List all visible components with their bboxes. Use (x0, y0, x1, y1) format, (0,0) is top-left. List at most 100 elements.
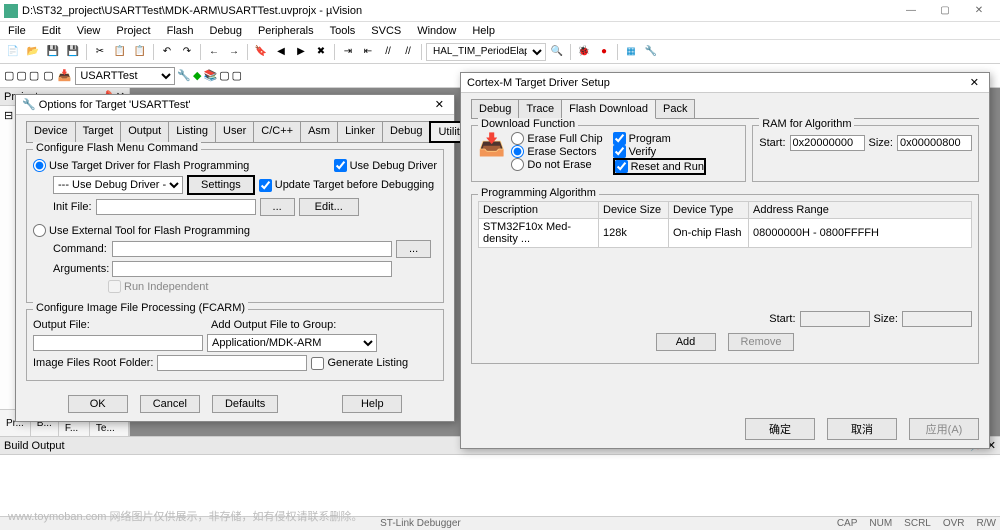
breakpoint-icon[interactable]: ● (595, 43, 613, 61)
build-output-text[interactable] (0, 455, 1000, 505)
find-symbol-combo[interactable]: HAL_TIM_PeriodElapsedCall (426, 43, 546, 61)
maximize-button[interactable]: ▢ (928, 0, 962, 22)
close-icon[interactable]: ✕ (431, 98, 448, 111)
tab-target[interactable]: Target (75, 121, 122, 142)
target-options-icon[interactable]: 🔧 (177, 69, 191, 82)
minimize-button[interactable]: — (894, 0, 928, 22)
menu-edit[interactable]: Edit (38, 25, 65, 37)
options-dialog-title[interactable]: 🔧 Options for Target 'USARTTest' ✕ (16, 95, 454, 115)
bookmark-clear-icon[interactable]: ✖ (312, 43, 330, 61)
use-external-radio[interactable]: Use External Tool for Flash Programming (33, 224, 250, 237)
cancel-button[interactable]: 取消 (827, 418, 897, 440)
col-device-size[interactable]: Device Size (599, 202, 669, 219)
menu-help[interactable]: Help (468, 25, 499, 37)
init-file-input[interactable] (96, 199, 256, 215)
tab-user[interactable]: User (215, 121, 254, 142)
books-icon[interactable]: 📚 (204, 69, 218, 82)
defaults-button[interactable]: Defaults (212, 395, 278, 413)
bookmark-prev-icon[interactable]: ◀ (272, 43, 290, 61)
command-input[interactable] (112, 241, 392, 257)
erase-sectors-radio[interactable]: Erase Sectors (511, 145, 602, 158)
help-button[interactable]: Help (342, 395, 402, 413)
arguments-input[interactable] (112, 261, 392, 277)
close-button[interactable]: ✕ (962, 0, 996, 22)
menu-peripherals[interactable]: Peripherals (254, 25, 318, 37)
ok-button[interactable]: 确定 (745, 418, 815, 440)
ok-button[interactable]: OK (68, 395, 128, 413)
manage-rte-icon[interactable]: ◆ (193, 69, 201, 82)
target-combo[interactable]: USARTTest (75, 67, 175, 85)
driver-dialog-title[interactable]: Cortex-M Target Driver Setup ✕ (461, 73, 989, 93)
tab-cpp[interactable]: C/C++ (253, 121, 301, 142)
outdent-icon[interactable]: ⇤ (359, 43, 377, 61)
cancel-button[interactable]: Cancel (140, 395, 200, 413)
group-combo[interactable]: Application/MDK-ARM (207, 334, 377, 352)
manage-icon[interactable]: ▢ (232, 69, 242, 82)
ram-size-input[interactable] (897, 135, 972, 151)
menu-project[interactable]: Project (112, 25, 154, 37)
pack-icon[interactable]: ▢ (219, 69, 229, 82)
menu-view[interactable]: View (73, 25, 105, 37)
window-icon[interactable]: ▦ (622, 43, 640, 61)
new-file-icon[interactable]: 📄 (4, 43, 22, 61)
open-file-icon[interactable]: 📂 (24, 43, 42, 61)
tab-flash-download[interactable]: Flash Download (561, 99, 656, 119)
copy-icon[interactable]: 📋 (111, 43, 129, 61)
tab-pack[interactable]: Pack (655, 99, 695, 118)
cut-icon[interactable]: ✂ (91, 43, 109, 61)
menu-window[interactable]: Window (413, 25, 460, 37)
col-address-range[interactable]: Address Range (749, 202, 972, 219)
undo-icon[interactable]: ↶ (158, 43, 176, 61)
nav-fwd-icon[interactable]: → (225, 43, 243, 61)
tab-output[interactable]: Output (120, 121, 169, 142)
batch-build-icon[interactable]: ▢ (43, 69, 53, 82)
col-device-type[interactable]: Device Type (669, 202, 749, 219)
close-icon[interactable]: ✕ (966, 76, 983, 89)
erase-full-radio[interactable]: Erase Full Chip (511, 132, 602, 145)
table-row[interactable]: STM32F10x Med-density ... 128k On-chip F… (479, 219, 972, 248)
uncomment-icon[interactable]: // (399, 43, 417, 61)
tab-linker[interactable]: Linker (337, 121, 383, 142)
build-icon[interactable]: ▢ (16, 69, 26, 82)
image-root-input[interactable] (157, 355, 307, 371)
update-target-checkbox[interactable]: Update Target before Debugging (259, 179, 434, 192)
menu-file[interactable]: File (4, 25, 30, 37)
tab-listing[interactable]: Listing (168, 121, 216, 142)
use-target-driver-radio[interactable]: Use Target Driver for Flash Programming (33, 159, 249, 172)
menu-svcs[interactable]: SVCS (367, 25, 405, 37)
verify-checkbox[interactable]: Verify (613, 145, 706, 158)
do-not-erase-radio[interactable]: Do not Erase (511, 158, 602, 171)
use-debug-driver-checkbox[interactable]: Use Debug Driver (334, 159, 437, 172)
bookmark-icon[interactable]: 🔖 (252, 43, 270, 61)
indent-icon[interactable]: ⇥ (339, 43, 357, 61)
config-icon[interactable]: 🔧 (642, 43, 660, 61)
tab-debug[interactable]: Debug (471, 99, 519, 118)
bookmark-next-icon[interactable]: ▶ (292, 43, 310, 61)
save-icon[interactable]: 💾 (44, 43, 62, 61)
debug-icon[interactable]: 🐞 (575, 43, 593, 61)
generate-listing-checkbox[interactable]: Generate Listing (311, 357, 408, 370)
nav-back-icon[interactable]: ← (205, 43, 223, 61)
menu-debug[interactable]: Debug (206, 25, 246, 37)
tab-debug[interactable]: Debug (382, 121, 430, 142)
find-icon[interactable]: 🔍 (548, 43, 566, 61)
algorithm-table[interactable]: Description Device Size Device Type Addr… (478, 201, 972, 248)
redo-icon[interactable]: ↷ (178, 43, 196, 61)
settings-button[interactable]: Settings (187, 175, 255, 195)
edit-button[interactable]: Edit... (299, 198, 359, 216)
browse-button[interactable]: ... (396, 240, 431, 258)
tab-trace[interactable]: Trace (518, 99, 562, 118)
menu-tools[interactable]: Tools (326, 25, 360, 37)
rebuild-icon[interactable]: ▢ (29, 69, 39, 82)
reset-and-run-checkbox[interactable]: Reset and Run (613, 158, 706, 175)
load-icon[interactable]: 📥 (58, 69, 72, 82)
tab-asm[interactable]: Asm (300, 121, 338, 142)
save-all-icon[interactable]: 💾 (64, 43, 82, 61)
menu-flash[interactable]: Flash (163, 25, 198, 37)
paste-icon[interactable]: 📋 (131, 43, 149, 61)
comment-icon[interactable]: // (379, 43, 397, 61)
program-checkbox[interactable]: Program (613, 132, 706, 145)
output-file-input[interactable] (33, 335, 203, 351)
tab-device[interactable]: Device (26, 121, 76, 142)
add-button[interactable]: Add (656, 333, 716, 351)
